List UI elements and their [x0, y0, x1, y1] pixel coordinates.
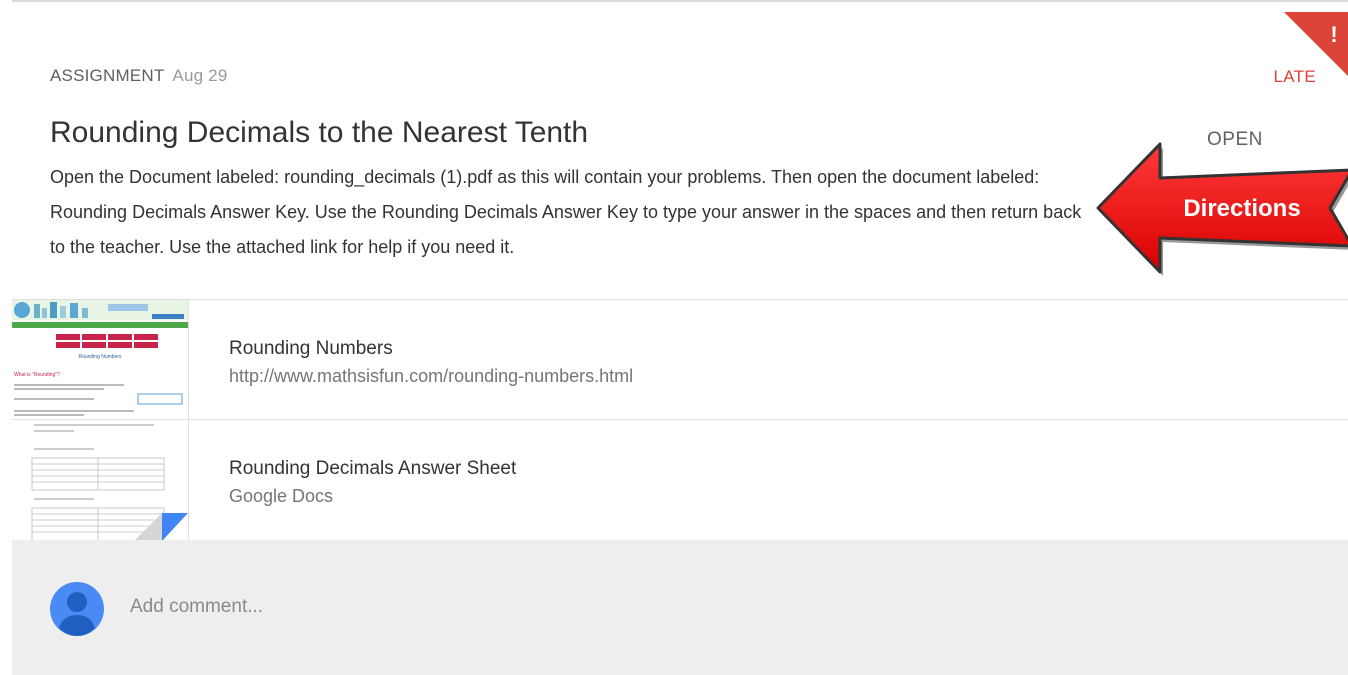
assignment-title[interactable]: Rounding Decimals to the Nearest Tenth: [50, 116, 588, 150]
directions-arrow-annotation: Directions: [1096, 142, 1348, 276]
attachment-type: Google Docs: [229, 486, 334, 506]
document-preview-image: [12, 420, 188, 541]
attachments-list: Rounding Numbers What is "Rounding"? Rou…: [12, 299, 1348, 541]
attachment-title[interactable]: Rounding Numbers: [229, 338, 633, 360]
doc-thumbnail[interactable]: [12, 420, 189, 541]
svg-text:What is "Rounding"?: What is "Rounding"?: [14, 372, 60, 378]
website-preview-image: Rounding Numbers What is "Rounding"?: [12, 300, 188, 419]
assignment-card: ! ASSIGNMENT Aug 29 LATE Rounding Decimal…: [12, 0, 1348, 675]
assignment-meta: ASSIGNMENT Aug 29: [50, 66, 228, 86]
comment-section: [12, 540, 1348, 675]
svg-text:Rounding Numbers: Rounding Numbers: [78, 354, 122, 360]
attachment-title[interactable]: Rounding Decimals Answer Sheet: [229, 458, 516, 480]
add-comment-input[interactable]: [130, 596, 730, 618]
directions-label: Directions: [1183, 195, 1300, 222]
assignment-date: Aug 29: [172, 66, 228, 85]
exclamation-icon: !: [1330, 22, 1337, 47]
link-thumbnail[interactable]: Rounding Numbers What is "Rounding"?: [12, 300, 189, 419]
attachment-info: Rounding Numbers http://www.mathsisfun.c…: [229, 338, 633, 387]
user-avatar-icon: [50, 582, 104, 636]
assignment-type-label: ASSIGNMENT: [50, 66, 165, 85]
attachment-google-doc-answer-sheet[interactable]: Rounding Decimals Answer Sheet Google Do…: [12, 420, 1348, 541]
assignment-description: Open the Document labeled: rounding_deci…: [50, 167, 1082, 257]
attachment-url: http://www.mathsisfun.com/rounding-numbe…: [229, 366, 634, 386]
attachment-info: Rounding Decimals Answer Sheet Google Do…: [229, 458, 516, 507]
late-status-badge: LATE: [1273, 67, 1316, 86]
attachment-link-rounding-numbers[interactable]: Rounding Numbers What is "Rounding"? Rou…: [12, 300, 1348, 420]
